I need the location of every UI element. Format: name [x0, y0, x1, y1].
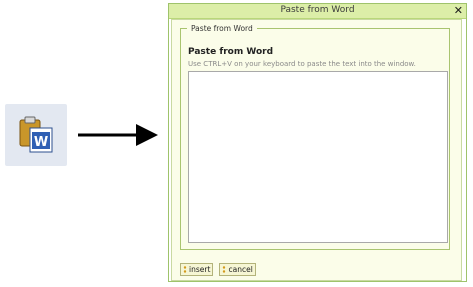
fieldset-legend: Paste from Word	[191, 24, 253, 33]
insert-button-label: insert	[189, 265, 211, 274]
close-icon[interactable]: ✕	[454, 4, 463, 18]
dialog-title: Paste from Word	[280, 5, 355, 15]
dialog-heading: Paste from Word	[188, 47, 274, 57]
dialog-content: Paste from Word Paste from Word Use CTRL…	[171, 19, 462, 281]
cancel-button[interactable]: cancel	[219, 263, 256, 276]
svg-text:W: W	[34, 135, 48, 150]
arrow-right-icon	[78, 124, 158, 146]
button-grip-icon	[183, 266, 187, 273]
paste-from-word-toolbar-button[interactable]: W	[5, 104, 67, 166]
dialog-buttons: insert cancel	[180, 263, 257, 282]
paste-instructions: Use CTRL+V on your keyboard to paste the…	[188, 60, 416, 68]
paste-from-word-icon: W	[19, 116, 53, 153]
paste-from-word-dialog: Paste from Word ✕ Paste from Word Paste …	[168, 3, 467, 282]
button-grip-icon	[223, 266, 226, 273]
paste-fieldset: Paste from Word Paste from Word Use CTRL…	[180, 24, 450, 250]
cancel-button-label: cancel	[228, 265, 253, 274]
paste-textarea[interactable]	[188, 71, 448, 243]
insert-button[interactable]: insert	[180, 263, 214, 276]
dialog-titlebar[interactable]: Paste from Word ✕	[169, 4, 466, 19]
